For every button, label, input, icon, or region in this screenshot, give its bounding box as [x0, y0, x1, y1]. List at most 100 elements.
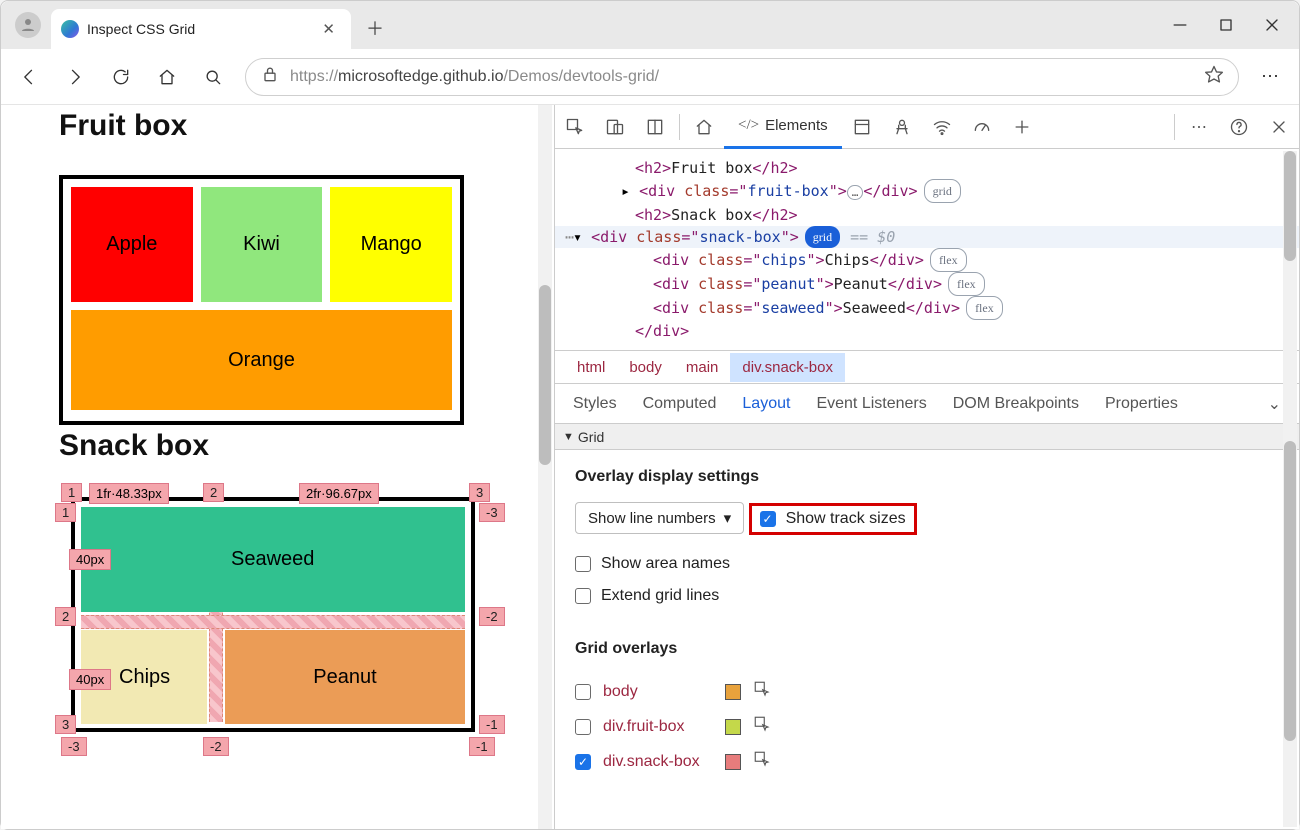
- grid-line-number: -3: [479, 503, 505, 522]
- snack-seaweed: Seaweed: [81, 507, 465, 612]
- snack-box-heading: Snack box: [59, 429, 554, 463]
- grid-track-label: 2fr·96.67px: [299, 483, 379, 504]
- layout-grid-pane: Overlay display settings Show line numbe…: [555, 450, 1299, 829]
- device-toolbar-icon[interactable]: [595, 107, 635, 147]
- grid-line-number: -3: [61, 737, 87, 756]
- browser-tab[interactable]: Inspect CSS Grid ✕: [51, 9, 351, 49]
- elements-tab-label: Elements: [765, 117, 828, 134]
- reveal-in-dom-icon[interactable]: [753, 750, 771, 773]
- grid-line-number: 1: [55, 503, 76, 522]
- grid-line-number: -1: [469, 737, 495, 756]
- devtools-panel: </> Elements ⋯ <h2>Fruit box</h2> ▸ <: [554, 105, 1299, 829]
- address-bar[interactable]: https://microsoftedge.github.io/Demos/de…: [245, 58, 1239, 96]
- overlay-fruit-box-checkbox[interactable]: [575, 719, 591, 735]
- url-text: https://microsoftedge.github.io/Demos/de…: [290, 68, 659, 86]
- dock-side-icon[interactable]: [635, 107, 675, 147]
- grid-line-number: -2: [203, 737, 229, 756]
- grid-line-number: -1: [479, 715, 505, 734]
- show-track-sizes-checkbox[interactable]: [760, 511, 776, 527]
- show-track-sizes-label: Show track sizes: [786, 510, 906, 528]
- new-tab-button[interactable]: ＋: [357, 10, 393, 46]
- tab-styles[interactable]: Styles: [573, 395, 617, 413]
- tab-event-listeners[interactable]: Event Listeners: [816, 395, 926, 413]
- show-area-names-label: Show area names: [601, 555, 730, 573]
- grid-line-number: 3: [469, 483, 490, 502]
- show-area-names-checkbox[interactable]: [575, 556, 591, 572]
- dom-selected-node[interactable]: ⋯▾ <div class="snack-box">grid== $0: [555, 226, 1299, 248]
- devtools-scrollbar[interactable]: [1283, 151, 1297, 827]
- application-icon[interactable]: [842, 107, 882, 147]
- lock-icon: [260, 64, 280, 89]
- favorite-icon[interactable]: [1204, 64, 1224, 89]
- tab-computed[interactable]: Computed: [643, 395, 717, 413]
- fruit-apple: Apple: [71, 187, 193, 302]
- grid-section-header[interactable]: ▼Grid: [555, 424, 1299, 450]
- performance-icon[interactable]: [962, 107, 1002, 147]
- fruit-box-grid: Apple Kiwi Mango Orange: [59, 175, 464, 425]
- back-button[interactable]: [15, 63, 43, 91]
- crumb-body[interactable]: body: [617, 353, 674, 382]
- grid-gap-horizontal-icon: [81, 615, 465, 629]
- home-button[interactable]: [153, 63, 181, 91]
- grid-line-number: 2: [203, 483, 224, 502]
- dropdown-caret-icon: ▾: [724, 509, 732, 527]
- overlay-snack-box-label: div.snack-box: [603, 753, 713, 771]
- welcome-icon[interactable]: [684, 107, 724, 147]
- edge-favicon-icon: [61, 20, 79, 38]
- overlay-body-label: body: [603, 683, 713, 701]
- fruit-box-heading: Fruit box: [59, 109, 554, 143]
- grid-overlays-heading: Grid overlays: [575, 640, 1279, 658]
- dom-breadcrumbs[interactable]: html body main div.snack-box: [555, 350, 1299, 384]
- crumb-selected[interactable]: div.snack-box: [730, 353, 845, 382]
- sources-icon[interactable]: [882, 107, 922, 147]
- tab-properties[interactable]: Properties: [1105, 395, 1178, 413]
- add-tab-icon[interactable]: [1002, 107, 1042, 147]
- help-icon[interactable]: [1219, 107, 1259, 147]
- overlay-body-checkbox[interactable]: [575, 684, 591, 700]
- tab-dom-breakpoints[interactable]: DOM Breakpoints: [953, 395, 1079, 413]
- window-controls: [1157, 5, 1295, 45]
- grid-track-label: 1fr·48.33px: [89, 483, 169, 504]
- overlay-settings-heading: Overlay display settings: [575, 468, 1279, 486]
- snack-peanut: Peanut: [225, 630, 465, 724]
- search-button[interactable]: [199, 63, 227, 91]
- fruit-kiwi: Kiwi: [201, 187, 323, 302]
- devtools-close-button[interactable]: [1259, 107, 1299, 147]
- dom-tree[interactable]: <h2>Fruit box</h2> ▸ <div class="fruit-b…: [555, 149, 1299, 350]
- close-window-button[interactable]: [1249, 5, 1295, 45]
- grid-line-number: 2: [55, 607, 76, 626]
- inspect-element-icon[interactable]: [555, 107, 595, 147]
- tab-close-button[interactable]: ✕: [318, 16, 339, 42]
- overlay-snack-box-checkbox[interactable]: [575, 754, 591, 770]
- line-numbers-dropdown[interactable]: Show line numbers▾: [575, 502, 744, 534]
- tab-layout[interactable]: Layout: [742, 395, 790, 413]
- elements-tab[interactable]: </> Elements: [724, 105, 842, 149]
- browser-toolbar: https://microsoftedge.github.io/Demos/de…: [1, 49, 1299, 105]
- forward-button: [61, 63, 89, 91]
- reveal-in-dom-icon[interactable]: [753, 715, 771, 738]
- snack-box-overlay-wrap: Seaweed Chips Peanut 1 1fr·48.33px 2 2fr…: [59, 479, 487, 759]
- maximize-button[interactable]: [1203, 5, 1249, 45]
- page-viewport: Fruit box Apple Kiwi Mango Orange Snack …: [1, 105, 554, 829]
- browser-menu-button[interactable]: ⋯: [1257, 63, 1285, 91]
- extend-grid-lines-checkbox[interactable]: [575, 588, 591, 604]
- crumb-main[interactable]: main: [674, 353, 731, 382]
- minimize-button[interactable]: [1157, 5, 1203, 45]
- profile-avatar[interactable]: [15, 12, 41, 38]
- overlay-snack-box-swatch[interactable]: [725, 754, 741, 770]
- sidebar-panel-tabs: Styles Computed Layout Event Listeners D…: [555, 384, 1299, 424]
- chevron-down-icon[interactable]: ⌄: [1268, 394, 1281, 414]
- show-track-sizes-highlight: Show track sizes: [749, 503, 917, 535]
- devtools-menu-button[interactable]: ⋯: [1179, 107, 1219, 147]
- tab-title: Inspect CSS Grid: [87, 21, 310, 37]
- reveal-in-dom-icon[interactable]: [753, 680, 771, 703]
- network-icon[interactable]: [922, 107, 962, 147]
- crumb-html[interactable]: html: [565, 353, 617, 382]
- fruit-mango: Mango: [330, 187, 452, 302]
- code-bracket-icon: </>: [738, 117, 759, 134]
- grid-line-number: 3: [55, 715, 76, 734]
- refresh-button[interactable]: [107, 63, 135, 91]
- page-scrollbar[interactable]: [538, 105, 552, 829]
- overlay-body-swatch[interactable]: [725, 684, 741, 700]
- overlay-fruit-box-swatch[interactable]: [725, 719, 741, 735]
